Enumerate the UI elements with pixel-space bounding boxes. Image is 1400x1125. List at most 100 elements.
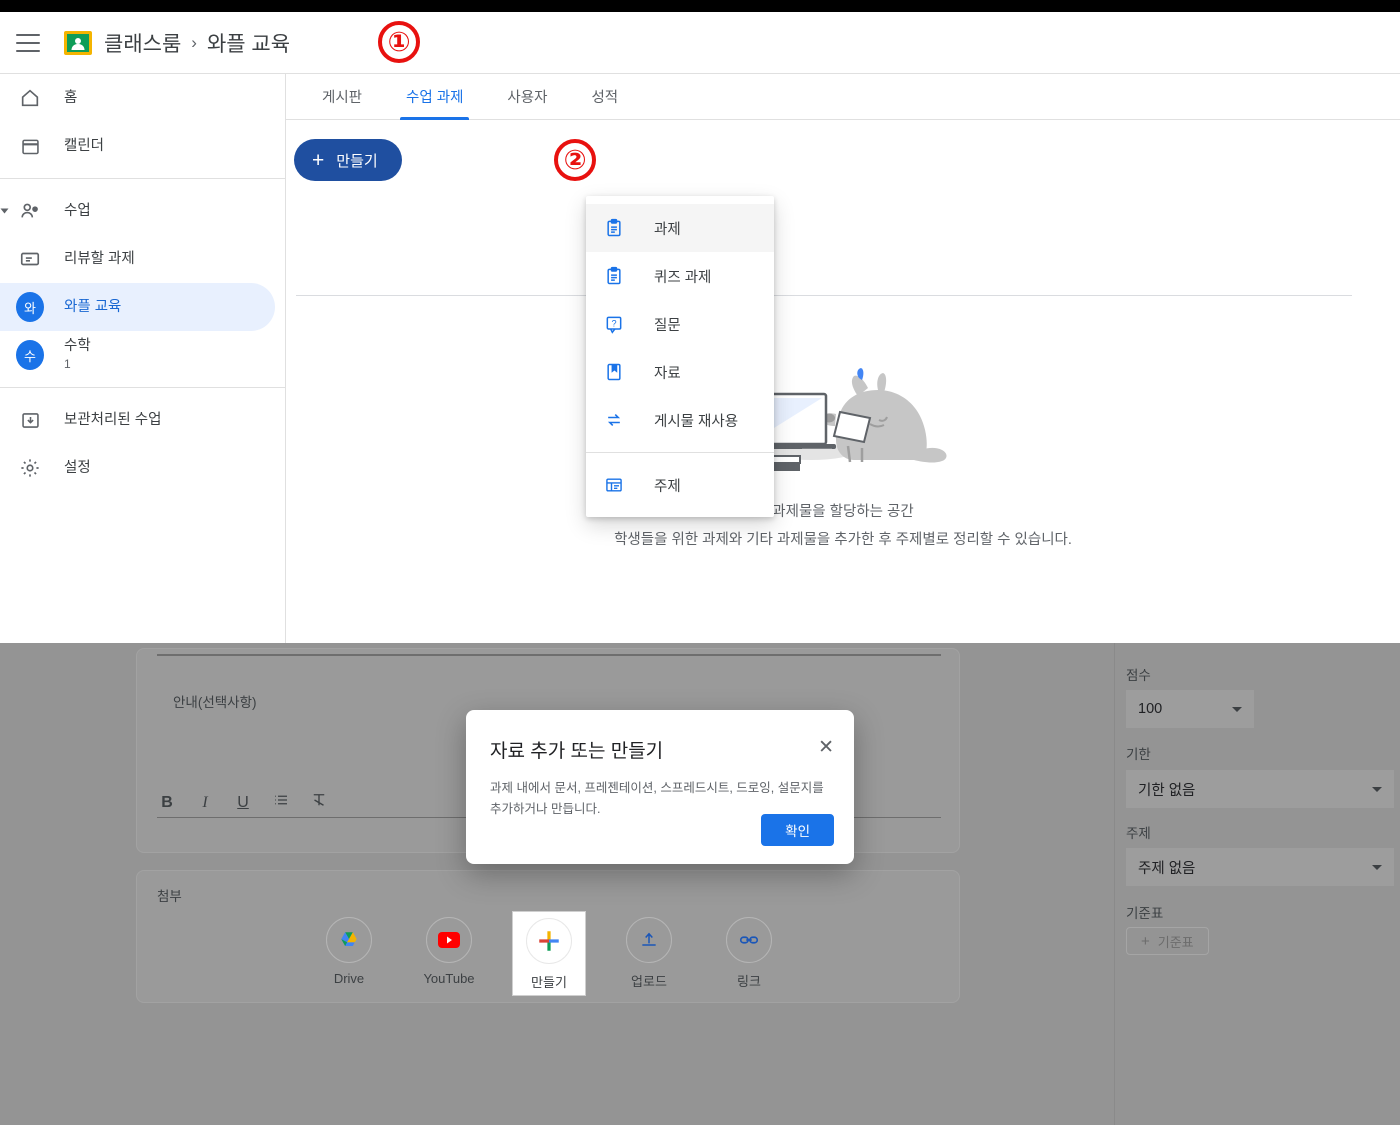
avatar-initial: 와 [16,292,44,322]
sidebar-item-home[interactable]: 홈 [0,74,285,122]
sidebar-item-label: 캘린더 [64,137,105,154]
menu-item-assignment[interactable]: 과제 [586,204,774,252]
reuse-post-icon [602,408,626,432]
chevron-down-icon [0,208,9,214]
hamburger-icon[interactable] [16,33,40,52]
plus-icon: + [1141,932,1150,950]
create-dropdown-menu: 과제 퀴즈 과제 ? 질문 자료 게시물 재사용 주제 [586,196,774,517]
rich-text-toolbar: B I U [157,791,329,814]
sidebar-item-archived[interactable]: 보관처리된 수업 [0,396,285,444]
topic-label: 주제 [1126,826,1151,841]
sidebar-item-settings[interactable]: 설정 [0,444,285,492]
calendar-icon [16,132,44,160]
avatar-initial: 수 [16,340,44,370]
tab-stream[interactable]: 게시판 [322,74,362,120]
material-icon [602,360,626,384]
app-name[interactable]: 클래스룸 [104,28,181,58]
score-select[interactable]: 100 [1126,690,1254,728]
bold-icon[interactable]: B [157,794,177,812]
dialog-title: 자료 추가 또는 만들기 [490,741,664,762]
review-icon [16,245,44,273]
description-input[interactable]: 안내(선택사항) [173,691,257,711]
sidebar-item-calendar[interactable]: 캘린더 [0,122,285,170]
attach-link-button[interactable]: 링크 [712,911,786,996]
home-icon [16,84,44,112]
italic-icon[interactable]: I [195,794,215,812]
underline-icon[interactable]: U [233,794,253,812]
sidebar-divider-2 [0,387,285,388]
menu-item-topic[interactable]: 주제 [586,461,774,509]
quiz-assignment-icon [602,264,626,288]
tab-people[interactable]: 사용자 [507,74,547,120]
tab-classwork[interactable]: 수업 과제 [399,74,470,120]
avatar: 와 [16,292,44,322]
menu-item-question[interactable]: ? 질문 [586,300,774,348]
sidebar-item-label: 와플 교육 [64,298,122,315]
google-classroom-logo [64,30,92,55]
question-icon: ? [602,312,626,336]
tab-grades[interactable]: 성적 [591,74,618,120]
bulleted-list-icon[interactable] [271,791,291,814]
rubric-button-label: 기준표 [1157,934,1194,950]
menu-item-label: 퀴즈 과제 [654,269,712,286]
sidebar-divider-1 [0,178,285,179]
clear-formatting-icon[interactable] [309,791,329,814]
sidebar-item-waffle-class[interactable]: 와 와플 교육 [0,283,275,331]
archive-icon [16,406,44,434]
create-button[interactable]: + 만들기 [294,139,402,181]
people-icon [16,197,44,225]
tab-bar: 게시판 수업 과제 사용자 성적 [286,74,1400,120]
avatar: 수 [16,340,44,370]
menu-item-reuse-post[interactable]: 게시물 재사용 [586,396,774,444]
topic-icon [602,473,626,497]
close-icon[interactable]: ✕ [818,738,834,757]
title-field-underline [157,654,941,656]
create-plus-icon [526,918,572,964]
attach-create-button[interactable]: 만들기 [512,911,586,996]
class-name[interactable]: 와플 교육 [207,28,290,58]
attach-drive-button[interactable]: Drive [312,911,386,996]
sidebar-item-label: 보관처리된 수업 [64,411,162,428]
menu-item-material[interactable]: 자료 [586,348,774,396]
plus-icon: + [312,148,325,172]
sidebar-item-to-review[interactable]: 리뷰할 과제 [0,235,285,283]
menu-item-label: 게시물 재사용 [654,413,739,430]
create-button-label: 만들기 [336,152,378,170]
menu-item-label: 주제 [654,478,681,495]
link-icon [726,917,772,963]
add-rubric-button[interactable]: + 기준표 [1126,927,1209,955]
menu-item-quiz-assignment[interactable]: 퀴즈 과제 [586,252,774,300]
add-or-create-material-dialog: 자료 추가 또는 만들기 ✕ 과제 내에서 문서, 프레젠테이션, 스프레드시트… [466,710,854,864]
empty-state-description: 학생들을 위한 과제와 기타 과제물을 추가한 후 주제별로 정리할 수 있습니… [614,532,1072,548]
assignment-icon [602,216,626,240]
upload-icon [626,917,672,963]
youtube-icon [426,917,472,963]
attachment-label: 링크 [737,974,761,989]
due-label: 기한 [1126,747,1151,762]
due-select[interactable]: 기한 없음 [1126,770,1394,808]
sidebar-item-sublabel: 1 [64,357,71,372]
sidebar-item-label: 설정 [64,459,91,476]
attachment-section-label: 첨부 [157,889,182,904]
sidebar-item-label: 홈 [64,89,78,106]
sidebar-section-label: 수업 [64,202,91,219]
attachment-label: Drive [333,971,365,986]
attach-upload-button[interactable]: 업로드 [612,911,686,996]
breadcrumb-separator: › [191,32,197,52]
gear-icon [16,454,44,482]
step-marker-1: ① [378,21,420,63]
score-label: 점수 [1126,668,1151,683]
breadcrumb: 클래스룸 › 와플 교육 [104,28,290,58]
chevron-down-icon [1232,706,1242,712]
attach-youtube-button[interactable]: YouTube [412,911,486,996]
sidebar-item-math-class[interactable]: 수 수학 1 [0,331,285,379]
attachment-label: 업로드 [631,974,667,989]
step-marker-2: ② [554,139,596,181]
topic-select[interactable]: 주제 없음 [1126,848,1394,886]
topic-value: 주제 없음 [1138,860,1196,877]
top-black-bar [0,0,1400,12]
menu-item-label: 과제 [654,221,681,238]
dialog-ok-button[interactable]: 확인 [761,814,834,846]
attachment-label: YouTube [423,971,475,986]
sidebar-section-classes[interactable]: 수업 [0,187,285,235]
